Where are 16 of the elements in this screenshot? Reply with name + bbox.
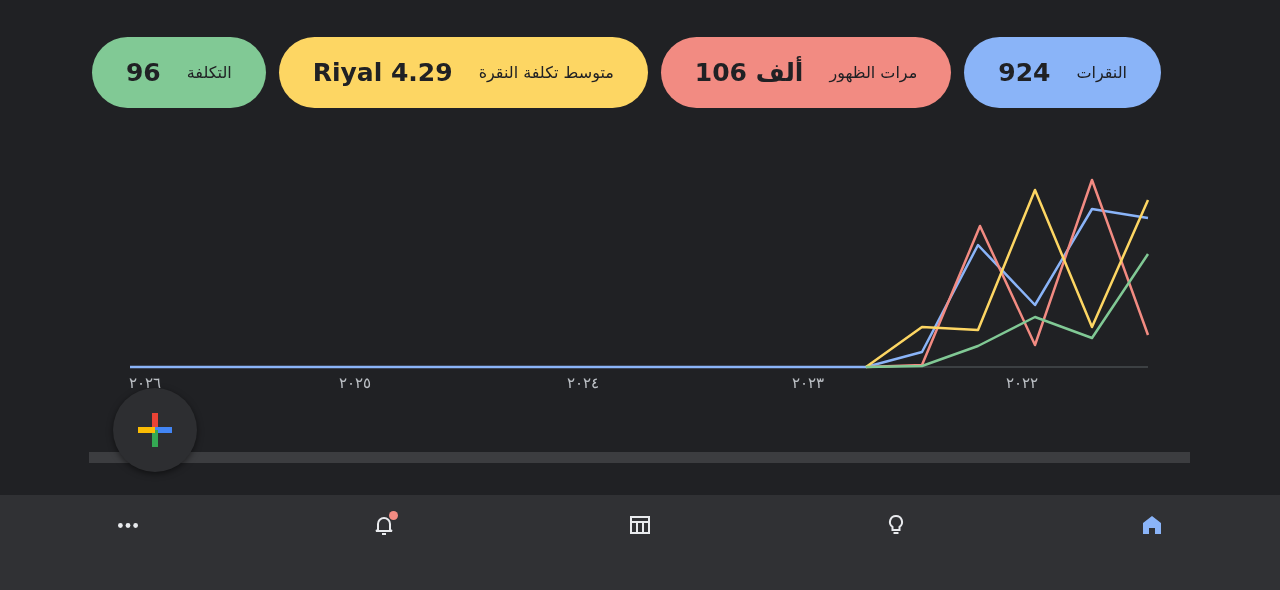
metric-label: متوسط تكلفة النقرة <box>478 63 614 82</box>
metric-value: 96 <box>125 58 161 87</box>
metric-chip[interactable]: مرات الظهور 106 ألف <box>660 37 952 108</box>
metric-label: النقرات <box>1076 63 1127 82</box>
axis-label: ٢٠٢٤ <box>567 374 599 392</box>
metric-value: 106 ألف <box>694 58 804 87</box>
metric-value: 924 <box>998 58 1051 87</box>
metric-value: Riyal 4.29 <box>312 58 453 87</box>
axis-label: ٢٠٢٢ <box>1006 374 1038 392</box>
axis-label: ٢٠٢٣ <box>792 374 824 392</box>
metric-label: التكلفة <box>186 63 232 82</box>
scrollbar[interactable] <box>89 452 1190 463</box>
plus-icon <box>136 411 174 449</box>
axis-label: ٢٠٢٥ <box>339 374 371 392</box>
axis-label: ٢٠٢٦ <box>129 374 161 392</box>
metric-label: مرات الظهور <box>829 63 918 82</box>
